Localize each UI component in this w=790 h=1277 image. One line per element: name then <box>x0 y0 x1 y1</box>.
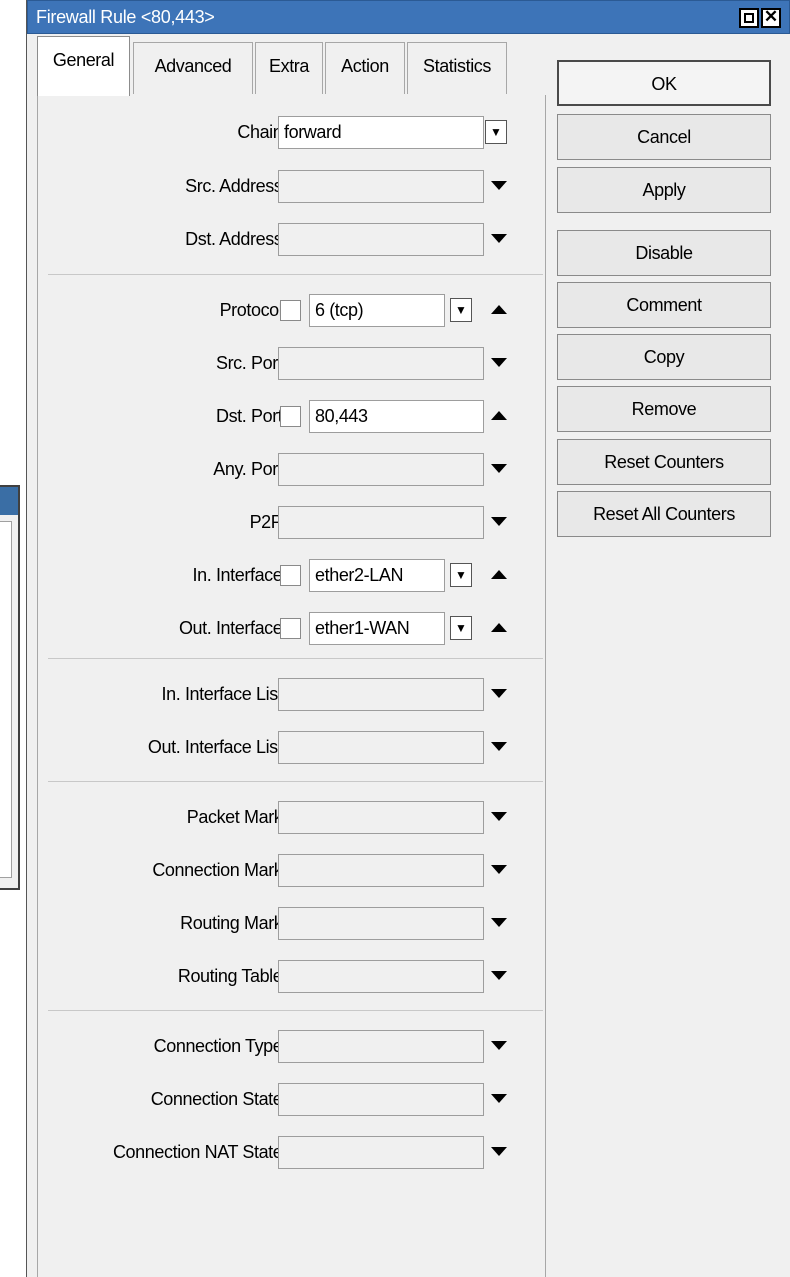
out-interface-list-label: Out. Interface List: <box>147 737 287 757</box>
routing-table-field[interactable] <box>278 960 484 993</box>
expand-down-icon: ▼ <box>455 303 467 317</box>
packet-mark-label: Packet Mark: <box>186 807 288 827</box>
protocol-label: Protocol: <box>219 300 288 320</box>
p2p-field[interactable] <box>278 506 484 539</box>
apply-button[interactable]: Apply <box>557 167 771 213</box>
dst-port-label: Dst. Port: <box>215 406 287 426</box>
maximize-button[interactable] <box>739 8 759 28</box>
chain-label: Chain: <box>237 122 287 142</box>
protocol-field[interactable]: 6 (tcp) <box>309 294 445 327</box>
packet-mark-expand-icon[interactable] <box>491 812 507 821</box>
background-window-content <box>0 521 12 878</box>
out-interface-field[interactable]: ether1-WAN <box>309 612 445 645</box>
packet-mark-field[interactable] <box>278 801 484 834</box>
routing-table-label: Routing Table: <box>177 966 288 986</box>
connection-nat-state-label: Connection NAT State: <box>112 1142 287 1162</box>
reset-counters-button[interactable]: Reset Counters <box>557 439 771 485</box>
connection-type-label: Connection Type: <box>153 1036 288 1056</box>
src-port-label: Src. Port: <box>215 353 287 373</box>
connection-state-field[interactable] <box>278 1083 484 1116</box>
any-port-expand-icon[interactable] <box>491 464 507 473</box>
chain-dropdown-button[interactable]: ▼ <box>485 120 507 144</box>
close-icon: ✕ <box>763 7 779 26</box>
in-interface-label: In. Interface: <box>192 565 288 585</box>
connection-type-field[interactable] <box>278 1030 484 1063</box>
tab-general[interactable]: General <box>37 36 130 96</box>
src-address-expand-icon[interactable] <box>491 181 507 190</box>
src-port-field[interactable] <box>278 347 484 380</box>
tab-extra[interactable]: Extra <box>255 42 323 94</box>
protocol-negate-checkbox[interactable] <box>280 300 301 321</box>
connection-nat-state-field[interactable] <box>278 1136 484 1169</box>
separator <box>48 781 543 782</box>
reset-all-counters-button[interactable]: Reset All Counters <box>557 491 771 537</box>
separator <box>48 274 543 275</box>
p2p-expand-icon[interactable] <box>491 517 507 526</box>
dst-address-label: Dst. Address: <box>185 229 287 249</box>
comment-button[interactable]: Comment <box>557 282 771 328</box>
out-interface-dropdown-button[interactable]: ▼ <box>450 616 472 640</box>
title-bar[interactable]: Firewall Rule <80,443> ✕ <box>27 0 790 34</box>
tab-action[interactable]: Action <box>325 42 405 94</box>
in-interface-list-label: In. Interface List: <box>161 684 288 704</box>
protocol-collapse-icon[interactable] <box>491 305 507 314</box>
out-interface-negate-checkbox[interactable] <box>280 618 301 639</box>
close-button[interactable]: ✕ <box>761 7 781 28</box>
connection-mark-expand-icon[interactable] <box>491 865 507 874</box>
routing-mark-field[interactable] <box>278 907 484 940</box>
separator <box>48 658 543 659</box>
expand-down-icon: ▼ <box>455 621 467 635</box>
connection-type-expand-icon[interactable] <box>491 1041 507 1050</box>
out-interface-list-field[interactable] <box>278 731 484 764</box>
firewall-rule-window: Firewall Rule <80,443> ✕ General Advance… <box>26 0 790 1277</box>
in-interface-dropdown-button[interactable]: ▼ <box>450 563 472 587</box>
out-interface-collapse-icon[interactable] <box>491 623 507 632</box>
dst-port-field[interactable]: 80,443 <box>309 400 484 433</box>
connection-state-label: Connection State: <box>150 1089 288 1109</box>
dst-address-expand-icon[interactable] <box>491 234 507 243</box>
background-window-titlebar <box>0 487 18 515</box>
cancel-button[interactable]: Cancel <box>557 114 771 160</box>
connection-mark-label: Connection Mark: <box>152 860 287 880</box>
general-tab-panel: Chain: forward ▼ Src. Address: Dst. Addr… <box>37 95 546 1277</box>
in-interface-list-expand-icon[interactable] <box>491 689 507 698</box>
background-window <box>0 485 20 890</box>
ok-button[interactable]: OK <box>557 60 771 106</box>
src-address-label: Src. Address: <box>185 176 287 196</box>
any-port-label: Any. Port: <box>213 459 287 479</box>
routing-mark-label: Routing Mark: <box>180 913 287 933</box>
dst-address-field[interactable] <box>278 223 484 256</box>
connection-mark-field[interactable] <box>278 854 484 887</box>
tab-advanced[interactable]: Advanced <box>133 42 253 94</box>
separator <box>48 1010 543 1011</box>
window-title: Firewall Rule <80,443> <box>36 7 215 27</box>
expand-down-icon: ▼ <box>455 568 467 582</box>
routing-table-expand-icon[interactable] <box>491 971 507 980</box>
connection-state-expand-icon[interactable] <box>491 1094 507 1103</box>
src-port-expand-icon[interactable] <box>491 358 507 367</box>
src-address-field[interactable] <box>278 170 484 203</box>
expand-down-icon: ▼ <box>490 125 502 139</box>
disable-button[interactable]: Disable <box>557 230 771 276</box>
tab-statistics[interactable]: Statistics <box>407 42 507 94</box>
any-port-field[interactable] <box>278 453 484 486</box>
chain-field[interactable]: forward <box>278 116 484 149</box>
maximize-icon <box>744 13 754 23</box>
p2p-label: P2P: <box>249 512 288 532</box>
connection-nat-state-expand-icon[interactable] <box>491 1147 507 1156</box>
remove-button[interactable]: Remove <box>557 386 771 432</box>
dst-port-collapse-icon[interactable] <box>491 411 507 420</box>
out-interface-list-expand-icon[interactable] <box>491 742 507 751</box>
in-interface-collapse-icon[interactable] <box>491 570 507 579</box>
copy-button[interactable]: Copy <box>557 334 771 380</box>
out-interface-label: Out. Interface: <box>178 618 287 638</box>
routing-mark-expand-icon[interactable] <box>491 918 507 927</box>
dst-port-negate-checkbox[interactable] <box>280 406 301 427</box>
in-interface-negate-checkbox[interactable] <box>280 565 301 586</box>
protocol-dropdown-button[interactable]: ▼ <box>450 298 472 322</box>
in-interface-field[interactable]: ether2-LAN <box>309 559 445 592</box>
in-interface-list-field[interactable] <box>278 678 484 711</box>
